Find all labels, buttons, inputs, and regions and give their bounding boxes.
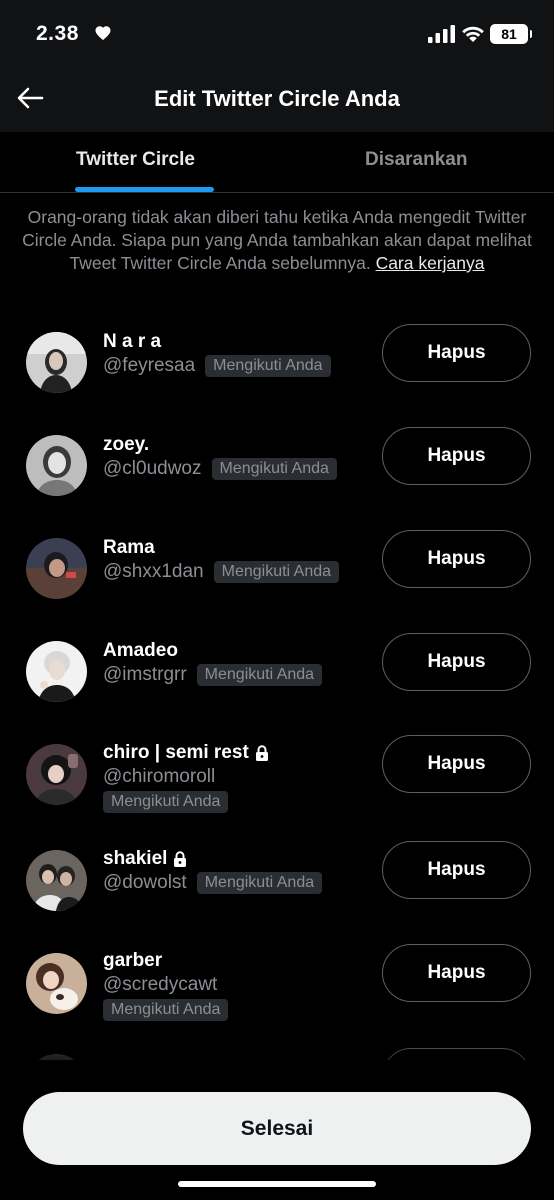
member-handle: @scredycawt bbox=[103, 974, 218, 995]
tab-suggested[interactable]: Disarankan bbox=[365, 149, 467, 171]
avatar[interactable] bbox=[26, 332, 87, 393]
done-button[interactable]: Selesai bbox=[23, 1092, 531, 1165]
follows-you-badge: Mengikuti Anda bbox=[196, 872, 323, 894]
home-indicator bbox=[178, 1181, 376, 1187]
list-item: N a r a @feyresaa Mengikuti Anda Hapus bbox=[0, 320, 554, 410]
follows-you-badge: Mengikuti Anda bbox=[213, 561, 340, 583]
info-notice: Orang-orang tidak akan diberi tahu ketik… bbox=[22, 206, 532, 275]
avatar[interactable] bbox=[26, 850, 87, 911]
member-name: Amadeo bbox=[103, 640, 178, 661]
handle-row: @imstrgrr Mengikuti Anda bbox=[103, 664, 323, 686]
handle-row: @shxx1dan Mengikuti Anda bbox=[103, 561, 340, 583]
member-name: shakiel bbox=[103, 848, 187, 870]
lock-icon bbox=[174, 851, 187, 867]
follows-you-badge: Mengikuti Anda bbox=[103, 999, 229, 1021]
member-handle: @imstrgrr bbox=[103, 664, 187, 685]
list-item: zoey. @cl0udwoz Mengikuti Anda Hapus bbox=[0, 423, 554, 513]
how-it-works-link[interactable]: Cara kerjanya bbox=[376, 253, 485, 273]
active-tab-indicator bbox=[75, 187, 214, 192]
avatar[interactable] bbox=[26, 744, 87, 805]
follows-you-badge: Mengikuti Anda bbox=[211, 458, 337, 480]
member-handle: @chiromoroll bbox=[103, 766, 216, 787]
remove-button[interactable]: Hapus bbox=[382, 530, 531, 588]
member-handle: @feyresaa bbox=[103, 355, 196, 376]
remove-button[interactable]: Hapus bbox=[382, 324, 531, 382]
handle-row: @chiromoroll bbox=[103, 766, 215, 788]
handle-row: @feyresaa Mengikuti Anda bbox=[103, 355, 331, 377]
member-handle: @shxx1dan bbox=[103, 561, 204, 582]
list-fade bbox=[0, 1040, 554, 1080]
follows-you-badge: Mengikuti Anda bbox=[205, 355, 331, 377]
status-time: 2.38 bbox=[36, 22, 79, 45]
member-name: chiro | semi rest bbox=[103, 742, 269, 764]
list-item: chiro | semi rest @chiromoroll Mengikuti… bbox=[0, 732, 554, 822]
status-bar: 2.38 81 bbox=[0, 0, 554, 70]
list-item: Rama @shxx1dan Mengikuti Anda Hapus bbox=[0, 526, 554, 616]
member-handle: @dowolst bbox=[103, 872, 187, 893]
avatar[interactable] bbox=[26, 953, 87, 1014]
wifi-icon bbox=[462, 26, 484, 42]
member-name: garber bbox=[103, 950, 163, 971]
heart-icon bbox=[95, 26, 111, 41]
member-name: N a r a bbox=[103, 331, 162, 352]
avatar[interactable] bbox=[26, 435, 87, 496]
member-name: Rama bbox=[103, 537, 155, 558]
list-item: garber @scredycawt Mengikuti Anda Hapus bbox=[0, 941, 554, 1031]
signal-icon bbox=[428, 25, 455, 43]
remove-button[interactable]: Hapus bbox=[382, 427, 531, 485]
remove-button[interactable]: Hapus bbox=[382, 944, 531, 1002]
member-handle: @cl0udwoz bbox=[103, 458, 202, 479]
page-title: Edit Twitter Circle Anda bbox=[154, 86, 400, 111]
header: Edit Twitter Circle Anda bbox=[0, 70, 554, 132]
follows-you-badge: Mengikuti Anda bbox=[103, 791, 229, 813]
tab-twitter-circle[interactable]: Twitter Circle bbox=[76, 149, 195, 171]
handle-row: @cl0udwoz Mengikuti Anda bbox=[103, 458, 337, 480]
avatar[interactable] bbox=[26, 641, 87, 702]
remove-button[interactable]: Hapus bbox=[382, 735, 531, 793]
follows-you-badge: Mengikuti Anda bbox=[196, 664, 323, 686]
handle-row: @scredycawt bbox=[103, 974, 217, 996]
tab-bar: Twitter Circle Disarankan bbox=[0, 132, 554, 193]
avatar[interactable] bbox=[26, 538, 87, 599]
lock-icon bbox=[255, 745, 268, 761]
member-name: zoey. bbox=[103, 434, 150, 455]
battery-icon: 81 bbox=[490, 24, 532, 44]
handle-row: @dowolst Mengikuti Anda bbox=[103, 872, 323, 894]
list-item: shakiel @dowolst Mengikuti Anda Hapus bbox=[0, 838, 554, 928]
member-list: N a r a @feyresaa Mengikuti Anda Hapus z… bbox=[0, 320, 554, 1060]
remove-button[interactable]: Hapus bbox=[382, 633, 531, 691]
remove-button[interactable]: Hapus bbox=[382, 841, 531, 899]
list-item: Amadeo @imstrgrr Mengikuti Anda Hapus bbox=[0, 629, 554, 719]
